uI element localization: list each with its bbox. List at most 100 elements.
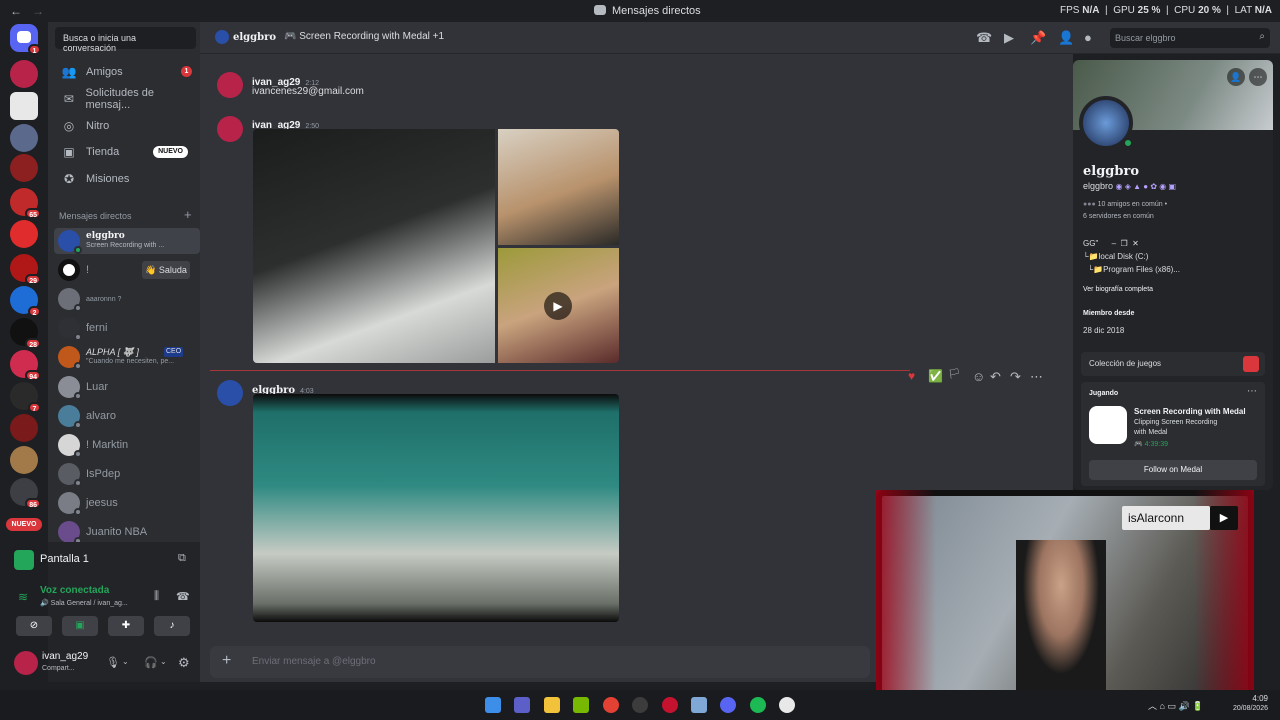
server-icon[interactable]: 29 [10, 254, 41, 285]
dm-item[interactable]: ! 👋 Saluda [54, 257, 200, 283]
server-icon[interactable] [10, 124, 38, 152]
server-icon[interactable]: 94 [10, 350, 41, 381]
popout-icon[interactable]: ⧉ [178, 552, 186, 565]
header-username[interactable]: elggbro [233, 32, 276, 43]
app-icon[interactable] [632, 697, 648, 713]
activities-button[interactable]: ✚ [108, 616, 144, 636]
reply-icon[interactable]: ↶ [990, 369, 1001, 385]
video-call-icon[interactable]: ▶ [1004, 30, 1014, 46]
user-profile-icon[interactable]: ● [1084, 30, 1092, 45]
more-icon[interactable]: ⋯ [1249, 68, 1267, 86]
dm-item[interactable]: ! Marktin [54, 432, 200, 458]
teams-icon[interactable] [514, 697, 530, 713]
video-attachment[interactable]: ▶ [498, 248, 619, 363]
tray-icons[interactable]: ︿ ⌂ ▭ 🔊 🔋 [1148, 699, 1203, 712]
mutual-friends[interactable]: ●●● 10 amigos en común • [1083, 201, 1167, 208]
game-collection-button[interactable]: Colección de juegos [1081, 352, 1265, 376]
dm-item[interactable]: alvaro [54, 403, 200, 429]
forward-arrow-icon[interactable]: → [32, 4, 44, 18]
server-icon[interactable] [10, 60, 38, 88]
server-rust[interactable] [10, 92, 38, 120]
flag-reaction-icon[interactable]: 🏳 [948, 369, 961, 380]
server-icon[interactable]: 28 [10, 318, 41, 349]
search-input[interactable]: Buscar elggbro ⌕ [1110, 28, 1270, 48]
chrome-icon[interactable] [603, 697, 619, 713]
create-dm-icon[interactable]: + [184, 207, 192, 222]
server-icon[interactable] [10, 154, 38, 182]
voice-channel[interactable]: 🔊 Sala General / ivan_ag... [40, 599, 128, 607]
pin-icon[interactable]: 📌 [1030, 30, 1046, 46]
server-icon[interactable]: 65 [10, 188, 41, 219]
photos-icon[interactable] [691, 697, 707, 713]
dm-item-elggbro[interactable]: elggbro Screen Recording with ... [54, 228, 200, 254]
server-icon[interactable]: 86 [10, 478, 41, 509]
server-icon[interactable]: 2 [10, 286, 41, 317]
wave-button[interactable]: 👋 Saluda [142, 261, 190, 279]
dm-item[interactable]: ferni [54, 315, 200, 341]
windows-start-icon[interactable] [485, 697, 501, 713]
voice-status[interactable]: Voz conectada [40, 585, 109, 596]
header-activity[interactable]: 🎮 Screen Recording with Medal +1 [284, 31, 444, 42]
badge: 1 [181, 66, 192, 77]
heart-reaction-icon[interactable]: ♥ [908, 369, 915, 383]
nav-quests[interactable]: ✪ Misiones [56, 167, 198, 191]
chevron-down-icon[interactable]: ⌄ [122, 657, 129, 666]
spotify-icon[interactable] [750, 697, 766, 713]
server-icon[interactable] [10, 414, 38, 442]
nav-friends[interactable]: 👥 Amigos 1 [56, 60, 198, 84]
message-avatar[interactable] [217, 380, 243, 406]
check-reaction-icon[interactable]: ✅ [928, 369, 943, 383]
medal-icon[interactable] [779, 697, 795, 713]
more-icon[interactable]: ⋯ [1030, 369, 1043, 385]
message-composer[interactable]: + Enviar mensaje a @elggbro [210, 646, 870, 678]
add-attachment-icon[interactable]: + [222, 652, 231, 670]
dm-item[interactable]: jeesus [54, 490, 200, 516]
signal-icon[interactable]: ≋ [18, 590, 28, 604]
find-conversation-input[interactable]: Busca o inicia una conversación [55, 27, 196, 53]
view-full-bio-link[interactable]: Ver biografía completa [1083, 286, 1153, 293]
add-friends-icon[interactable]: 👤 [1058, 30, 1074, 46]
opera-icon[interactable] [662, 697, 678, 713]
play-icon[interactable]: ▶ [544, 292, 572, 320]
back-arrow-icon[interactable]: ← [10, 4, 22, 18]
server-icon[interactable]: 7 [10, 382, 41, 413]
discord-icon[interactable] [720, 697, 736, 713]
image-attachment[interactable] [253, 129, 495, 363]
settings-gear-icon[interactable]: ⚙ [178, 655, 190, 671]
voice-call-icon[interactable]: ☎ [976, 30, 992, 46]
nav-shop[interactable]: ▣ Tienda NUEVO [56, 140, 198, 164]
screen-share-button[interactable]: ▣ [62, 616, 98, 636]
clock-time[interactable]: 4:09 [1226, 694, 1268, 703]
composer-placeholder: Enviar mensaje a @elggbro [252, 656, 376, 667]
message-avatar[interactable] [217, 116, 243, 142]
file-explorer-icon[interactable] [544, 697, 560, 713]
dm-item[interactable]: Luar [54, 374, 200, 400]
nav-nitro[interactable]: ◎ Nitro [56, 114, 198, 138]
nav-message-requests[interactable]: ✉ Solicitudes de mensaj... [56, 87, 198, 111]
add-reaction-icon[interactable]: ☺ [972, 369, 985, 384]
chevron-down-icon[interactable]: ⌄ [160, 657, 167, 666]
clock-date[interactable]: 20/08/2026 [1210, 705, 1268, 712]
home-button[interactable]: 1 [10, 24, 41, 55]
noise-suppression-icon[interactable]: ⫼ [154, 590, 159, 603]
follow-on-medal-button[interactable]: Follow on Medal [1089, 460, 1257, 480]
forward-icon[interactable]: ↷ [1010, 369, 1021, 385]
dm-item[interactable]: IsPdep [54, 461, 200, 487]
dm-item[interactable]: aaaronnn ? [54, 286, 200, 312]
add-friend-icon[interactable]: 👤 [1227, 68, 1245, 86]
more-icon[interactable]: ⋯ [1247, 386, 1257, 397]
nvidia-icon[interactable] [573, 697, 589, 713]
server-icon[interactable] [10, 220, 38, 248]
message-avatar[interactable] [217, 72, 243, 98]
image-attachment[interactable] [498, 129, 619, 245]
headphones-icon[interactable]: 🎧 [144, 656, 158, 669]
user-avatar[interactable] [14, 651, 38, 675]
disconnect-icon[interactable]: ☎ [176, 590, 190, 603]
microphone-icon[interactable]: 🎙 [106, 656, 120, 669]
dm-item[interactable]: ALPHA [ 🐺 ] CEO "Cuando me necesiten, pe..… [54, 344, 200, 370]
server-icon[interactable] [10, 446, 38, 474]
camera-off-button[interactable]: ⊘ [16, 616, 52, 636]
mutual-servers[interactable]: 6 servidores en común [1083, 213, 1154, 220]
soundboard-button[interactable]: ♪ [154, 616, 190, 636]
image-attachment[interactable] [253, 394, 619, 622]
